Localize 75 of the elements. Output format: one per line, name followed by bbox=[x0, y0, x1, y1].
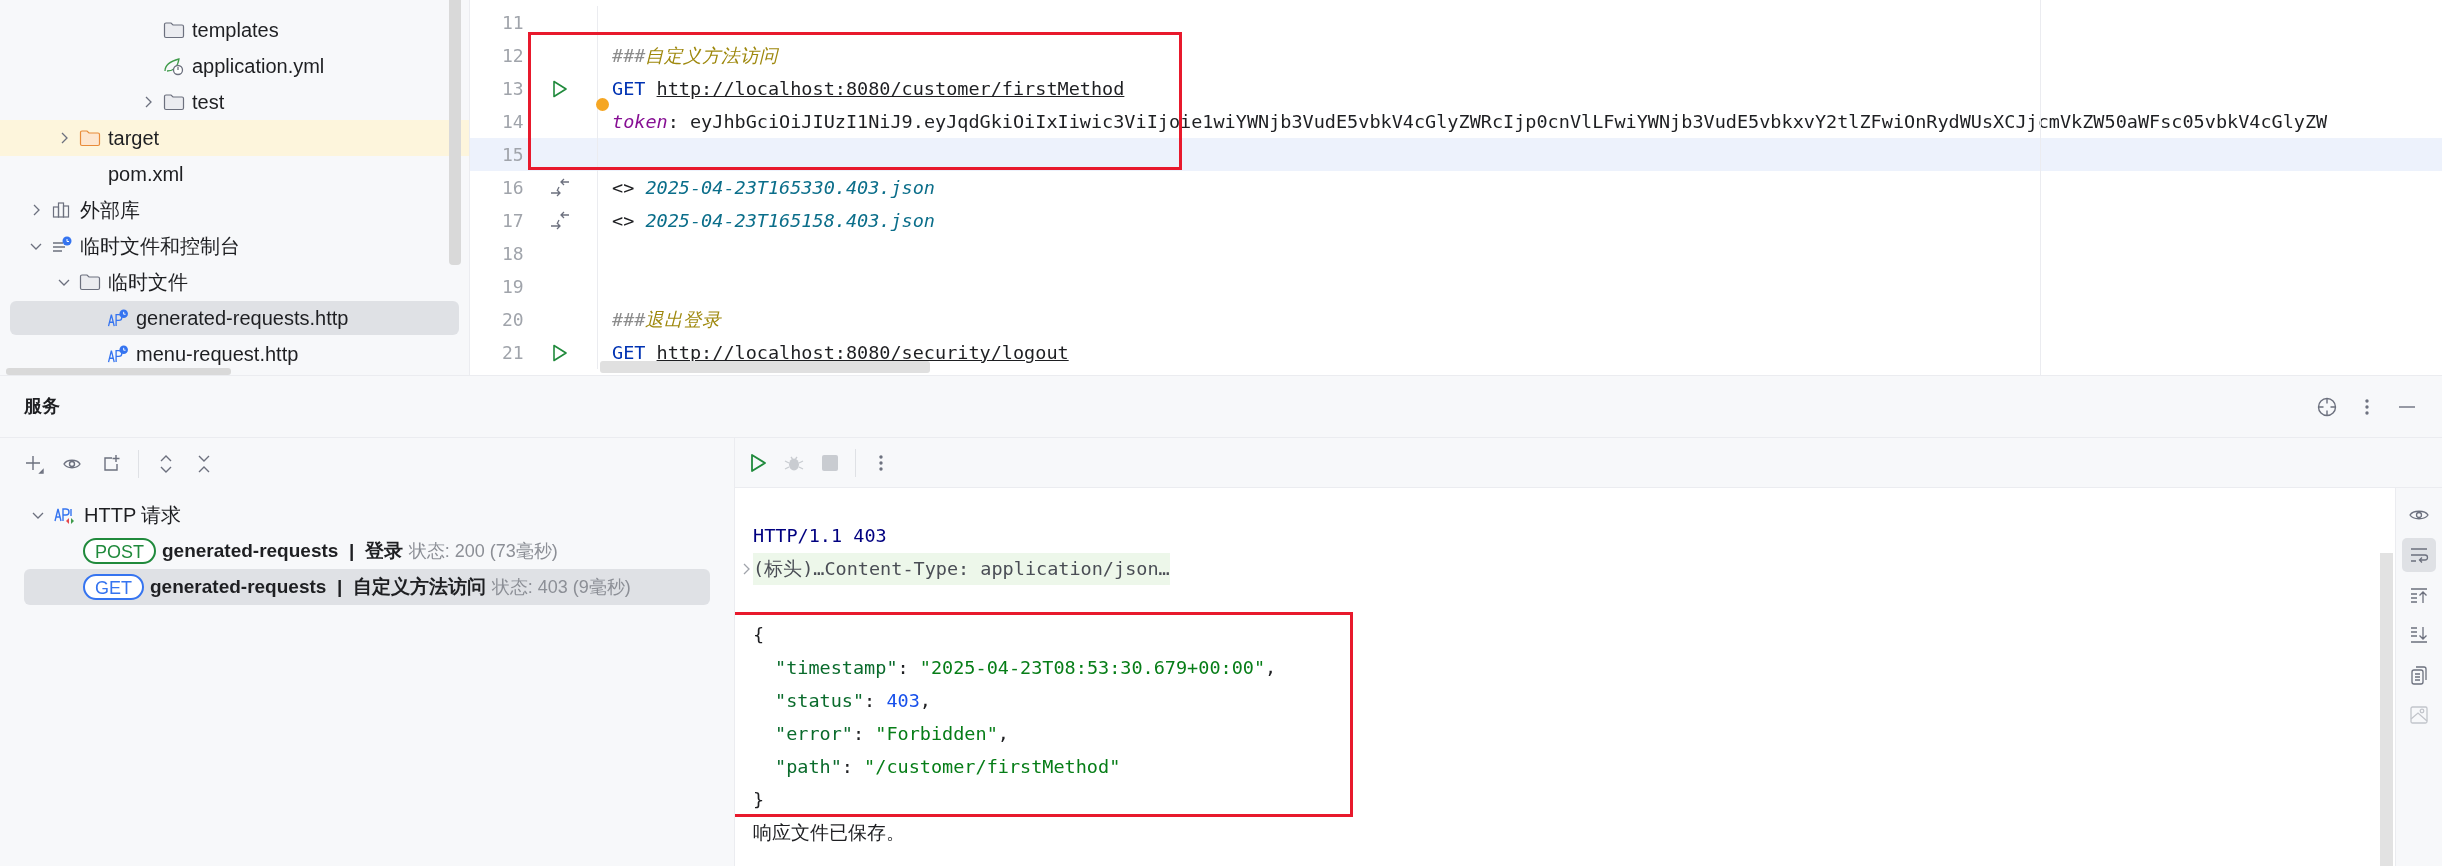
copy-icon[interactable] bbox=[2408, 664, 2430, 686]
add-icon[interactable] bbox=[24, 453, 46, 475]
line-number: 11 bbox=[500, 11, 524, 35]
file-name: 外部库 bbox=[80, 198, 140, 223]
response-line: "error": "Forbidden", bbox=[774, 721, 1009, 746]
file-name: templates bbox=[192, 18, 279, 43]
tree-item[interactable]: test bbox=[0, 89, 225, 115]
file-name: application.yml bbox=[192, 54, 325, 79]
vertical-scrollbar[interactable] bbox=[449, 0, 461, 265]
file-name: 临时文件和控制台 bbox=[80, 234, 240, 259]
saved-message: 响应文件已保存。 bbox=[753, 820, 905, 846]
tree-item[interactable]: application.yml bbox=[0, 53, 325, 79]
swap-arrows-icon[interactable] bbox=[549, 176, 572, 199]
tree-group-label: HTTP 请求 bbox=[84, 503, 182, 528]
line-number: 21 bbox=[500, 341, 524, 365]
line-number: 15 bbox=[500, 143, 524, 167]
horizontal-scrollbar[interactable] bbox=[600, 361, 930, 373]
code-line: <> 2025-04-23T165158.403.json bbox=[612, 209, 935, 231]
file-name: 临时文件 bbox=[108, 270, 188, 295]
file-name: menu-request.http bbox=[136, 342, 299, 367]
file-name: target bbox=[108, 126, 160, 151]
panel-title: 服务 bbox=[24, 395, 60, 418]
request-item[interactable]: POST generated-requests | 登录 状态: 200 (73毫秒) bbox=[24, 533, 710, 569]
tree-item[interactable]: 外部库 bbox=[0, 197, 140, 223]
folder-icon bbox=[79, 273, 101, 291]
request-status: 状态: 200 (73毫秒) bbox=[408, 539, 558, 563]
tree-item[interactable]: 临时文件 bbox=[0, 269, 188, 295]
tree-item[interactable]: templates bbox=[0, 17, 279, 43]
scroll-to-end-icon[interactable] bbox=[2408, 624, 2430, 646]
tree-item[interactable]: pom.xml bbox=[0, 161, 184, 187]
request-name: generated-requests | 登录 bbox=[162, 538, 403, 563]
tree-item[interactable]: generated-requests.http bbox=[10, 301, 459, 335]
file-name: pom.xml bbox=[108, 162, 184, 187]
code-line: ###自定义方法访问 bbox=[612, 44, 779, 66]
tree-item[interactable]: menu-request.http bbox=[0, 341, 299, 367]
request-item[interactable]: GET generated-requests | 自定义方法访问 状态: 403 (9毫秒) bbox=[24, 569, 710, 605]
folder-icon bbox=[163, 93, 185, 111]
response-line: HTTP/1.1 403 bbox=[753, 523, 887, 548]
leaf-power-icon bbox=[163, 56, 185, 76]
line-number: 18 bbox=[500, 242, 524, 266]
run-icon[interactable] bbox=[551, 342, 570, 363]
code-line: GET http://localhost:8080/customer/firstMethod bbox=[612, 77, 1125, 99]
library-icon bbox=[52, 201, 72, 219]
line-number: 17 bbox=[500, 209, 524, 233]
line-number: 12 bbox=[500, 44, 524, 68]
api-file-icon bbox=[107, 309, 129, 327]
line-number: 19 bbox=[500, 275, 524, 299]
method-tag: GET bbox=[83, 574, 144, 600]
response-line: } bbox=[753, 787, 765, 812]
tree-item[interactable]: 临时文件和控制台 bbox=[0, 233, 240, 259]
response-line: { bbox=[753, 622, 765, 647]
line-number: 16 bbox=[500, 176, 524, 200]
folder-icon bbox=[79, 129, 101, 147]
crosshair-icon[interactable] bbox=[2316, 395, 2338, 418]
method-tag: POST bbox=[83, 538, 156, 564]
response-line: "path": "/customer/firstMethod" bbox=[774, 754, 1121, 779]
vertical-scrollbar[interactable] bbox=[2380, 553, 2393, 866]
run-icon[interactable] bbox=[551, 78, 570, 99]
code-line: GET http://localhost:8080/security/logout bbox=[612, 341, 1069, 363]
request-status: 状态: 403 (9毫秒) bbox=[491, 575, 631, 599]
code-line: ###退出登录 bbox=[612, 308, 722, 330]
response-line: "status": 403, bbox=[774, 688, 931, 713]
horizontal-scrollbar[interactable] bbox=[6, 368, 231, 375]
line-number: 14 bbox=[500, 110, 524, 134]
request-name: generated-requests | 自定义方法访问 bbox=[150, 574, 486, 599]
line-number: 20 bbox=[500, 308, 524, 332]
folded-headers[interactable]: (标头)…Content-Type: application/json… bbox=[753, 552, 1170, 585]
line-number: 13 bbox=[500, 77, 524, 101]
file-name: generated-requests.http bbox=[136, 306, 349, 331]
folder-icon bbox=[163, 21, 185, 39]
api-file-icon bbox=[107, 345, 129, 363]
file-name: test bbox=[192, 90, 225, 115]
code-line: <> 2025-04-23T165330.403.json bbox=[612, 176, 935, 198]
swap-arrows-icon[interactable] bbox=[549, 209, 572, 232]
response-line: "timestamp": "2025-04-23T08:53:30.679+00:00", bbox=[774, 655, 1277, 680]
